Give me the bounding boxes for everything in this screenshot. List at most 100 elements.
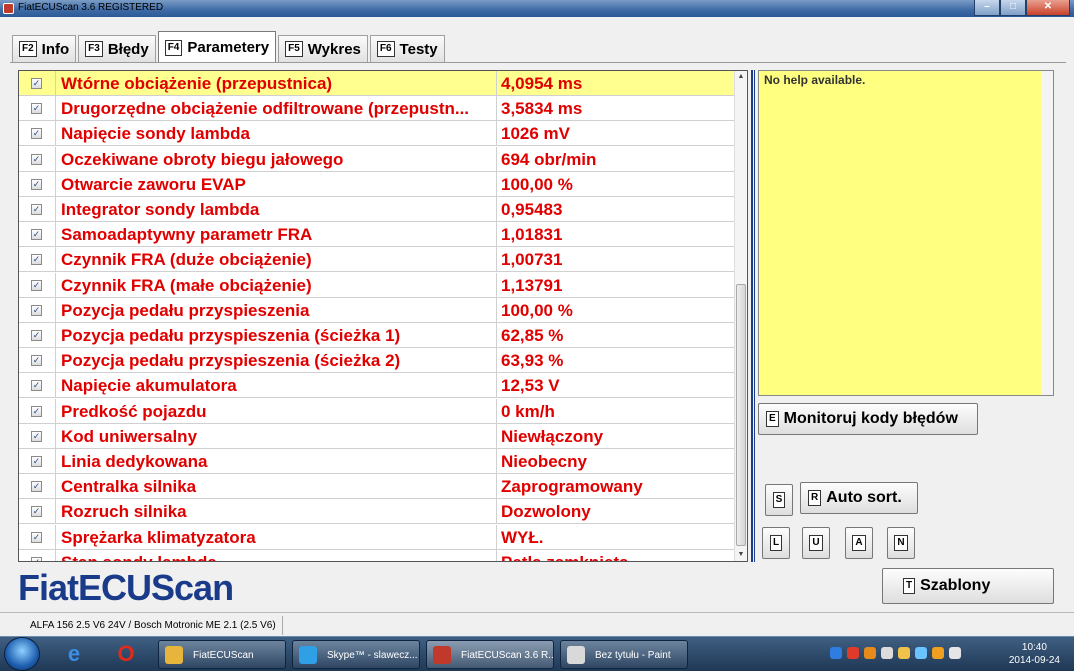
parameter-name: Integrator sondy lambda bbox=[55, 197, 515, 222]
l-button[interactable]: L bbox=[762, 527, 790, 559]
table-row[interactable]: ✓ Pozycja pedału przyspieszenia (ścieżka … bbox=[19, 348, 735, 374]
taskbar-item-fiatecuscan-folder[interactable]: FiatECUScan bbox=[158, 640, 286, 669]
table-row[interactable]: ✓ Otwarcie zaworu EVAP 100,00 % bbox=[19, 171, 735, 197]
row-checkbox[interactable]: ✓ bbox=[31, 380, 42, 392]
row-checkbox[interactable]: ✓ bbox=[31, 128, 42, 140]
s-button[interactable]: S bbox=[765, 484, 793, 516]
help-panel: No help available. bbox=[758, 70, 1054, 396]
panel-splitter[interactable] bbox=[751, 70, 755, 562]
tab-testy[interactable]: F6 Testy bbox=[369, 35, 445, 62]
start-button[interactable] bbox=[4, 637, 40, 671]
button-key: L bbox=[769, 535, 783, 551]
tab-key: F3 bbox=[85, 41, 103, 57]
tab-key: F4 bbox=[164, 39, 183, 56]
opera-icon[interactable]: O bbox=[110, 640, 142, 668]
scroll-up-icon[interactable]: ▲ bbox=[735, 71, 747, 83]
table-row[interactable]: ✓ Centralka silnika Zaprogramowany bbox=[19, 474, 735, 500]
parameter-value: 100,00 % bbox=[496, 171, 735, 197]
table-row[interactable]: ✓ Wtórne obciążenie (przepustnica) 4,0954 … bbox=[19, 71, 735, 96]
table-row[interactable]: ✓ Rozruch silnika Dozwolony bbox=[19, 499, 735, 525]
row-checkbox[interactable]: ✓ bbox=[31, 153, 42, 165]
table-row[interactable]: ✓ Pozycja pedału przyspieszenia 100,00 % bbox=[19, 297, 735, 323]
tab-info[interactable]: F2 Info bbox=[12, 35, 77, 62]
row-checkbox[interactable]: ✓ bbox=[31, 355, 42, 367]
taskbar-item-paint[interactable]: Bez tytułu - Paint bbox=[560, 640, 688, 669]
title-bar: FiatECUScan 3.6 REGISTERED – □ ✕ bbox=[0, 0, 1074, 17]
row-checkbox[interactable]: ✓ bbox=[31, 229, 42, 241]
row-checkbox[interactable]: ✓ bbox=[31, 506, 42, 518]
tab-parametery[interactable]: F4 Parametery bbox=[157, 31, 277, 63]
taskbar-item-fiatecuscan[interactable]: FiatECUScan 3.6 R... bbox=[426, 640, 554, 669]
tab-wykres[interactable]: F5 Wykres bbox=[278, 35, 368, 62]
tray-opera-icon[interactable] bbox=[864, 647, 876, 659]
skype-icon bbox=[299, 646, 317, 664]
status-bar: ALFA 156 2.5 V6 24V / Bosch Motronic ME … bbox=[0, 612, 1074, 636]
parameter-value: Pętla zamknięta bbox=[496, 549, 735, 561]
taskbar-item-label: FiatECUScan bbox=[193, 650, 254, 661]
parameter-value: 0,95483 bbox=[496, 197, 735, 222]
table-row[interactable]: ✓ Samoadaptywny parametr FRA 1,01831 bbox=[19, 222, 735, 248]
internet-explorer-icon[interactable]: e bbox=[58, 640, 90, 668]
table-row[interactable]: ✓ Integrator sondy lambda 0,95483 bbox=[19, 197, 735, 222]
tab-key: F2 bbox=[19, 41, 37, 57]
scroll-down-icon[interactable]: ▼ bbox=[735, 549, 747, 561]
a-button[interactable]: A bbox=[845, 527, 873, 559]
table-row[interactable]: ✓ Oczekiwane obroty biegu jałowego 694 obr… bbox=[19, 146, 735, 172]
row-checkbox[interactable]: ✓ bbox=[31, 556, 42, 561]
table-row[interactable]: ✓ Napięcie akumulatora 12,53 V bbox=[19, 373, 735, 399]
row-checkbox[interactable]: ✓ bbox=[31, 103, 42, 115]
auto-sort-button[interactable]: R Auto sort. bbox=[800, 482, 918, 514]
table-row[interactable]: ✓ Czynnik FRA (małe obciążenie) 1,13791 bbox=[19, 272, 735, 298]
tray-display-icon[interactable] bbox=[915, 647, 927, 659]
clock-time: 10:40 bbox=[1021, 642, 1047, 653]
row-checkbox[interactable]: ✓ bbox=[31, 204, 42, 215]
clock[interactable]: 10:40 2014-09-24 bbox=[1009, 641, 1060, 667]
n-button[interactable]: N bbox=[887, 527, 915, 559]
tray-app-icon[interactable] bbox=[830, 647, 842, 659]
maximize-button[interactable]: □ bbox=[1000, 0, 1026, 16]
table-row[interactable]: ✓ Kod uniwersalny Niewłączony bbox=[19, 423, 735, 449]
app-logo: FiatECUScan bbox=[18, 567, 234, 608]
row-checkbox[interactable]: ✓ bbox=[31, 531, 42, 543]
table-row[interactable]: ✓ Drugorzędne obciążenie odfiltrowane (pr… bbox=[19, 96, 735, 122]
taskbar-item-skype[interactable]: Skype™ - slawecz... bbox=[292, 640, 420, 669]
grid-scrollbar[interactable]: ▲ ▼ bbox=[734, 71, 747, 561]
parameter-value: 3,5834 ms bbox=[496, 96, 735, 122]
row-checkbox[interactable]: ✓ bbox=[31, 330, 42, 341]
tray-network-icon[interactable] bbox=[898, 647, 910, 659]
row-checkbox[interactable]: ✓ bbox=[31, 78, 42, 89]
table-row[interactable]: ✓ Pozycja pedału przyspieszenia (ścieżka … bbox=[19, 323, 735, 348]
tab-bledy[interactable]: F3 Błędy bbox=[78, 35, 156, 62]
parameter-name: Pozycja pedału przyspieszenia (ścieżka 2… bbox=[55, 348, 515, 374]
row-checkbox[interactable]: ✓ bbox=[31, 279, 42, 291]
parameter-name: Sprężarka klimatyzatora bbox=[55, 524, 515, 550]
close-button[interactable]: ✕ bbox=[1026, 0, 1070, 16]
app-icon bbox=[3, 3, 14, 14]
u-button[interactable]: U bbox=[802, 527, 830, 559]
row-checkbox[interactable]: ✓ bbox=[31, 405, 42, 417]
tab-label: Info bbox=[41, 40, 70, 58]
parameter-value: 694 obr/min bbox=[496, 146, 735, 172]
table-row[interactable]: ✓ Predkość pojazdu 0 km/h bbox=[19, 398, 735, 424]
tray-flag-icon[interactable] bbox=[881, 647, 893, 659]
help-scrollbar[interactable] bbox=[1041, 71, 1053, 395]
tray-power-icon[interactable] bbox=[932, 647, 944, 659]
scroll-thumb[interactable] bbox=[736, 284, 746, 546]
row-checkbox[interactable]: ✓ bbox=[31, 430, 42, 442]
volume-icon[interactable] bbox=[949, 647, 961, 659]
table-row[interactable]: ✓ Linia dedykowana Nieobecny bbox=[19, 449, 735, 474]
monitor-codes-button[interactable]: E Monitoruj kody błędów bbox=[758, 403, 978, 435]
table-row[interactable]: ✓ Czynnik FRA (duże obciążenie) 1,00731 bbox=[19, 247, 735, 273]
row-checkbox[interactable]: ✓ bbox=[31, 178, 42, 190]
row-checkbox[interactable]: ✓ bbox=[31, 456, 42, 467]
minimize-button[interactable]: – bbox=[974, 0, 1000, 16]
row-checkbox[interactable]: ✓ bbox=[31, 254, 42, 266]
row-checkbox[interactable]: ✓ bbox=[31, 481, 42, 493]
row-checkbox[interactable]: ✓ bbox=[31, 304, 42, 316]
tray-antivirus-icon[interactable] bbox=[847, 647, 859, 659]
table-row[interactable]: ✓ Stan sondy lambdaPętla zamknięta bbox=[19, 549, 735, 561]
table-row[interactable]: ✓ Sprężarka klimatyzatora WYŁ. bbox=[19, 524, 735, 550]
parameter-name: Pozycja pedału przyspieszenia bbox=[55, 297, 515, 323]
templates-button[interactable]: T Szablony bbox=[882, 568, 1054, 604]
table-row[interactable]: ✓ Napięcie sondy lambda 1026 mV bbox=[19, 121, 735, 147]
